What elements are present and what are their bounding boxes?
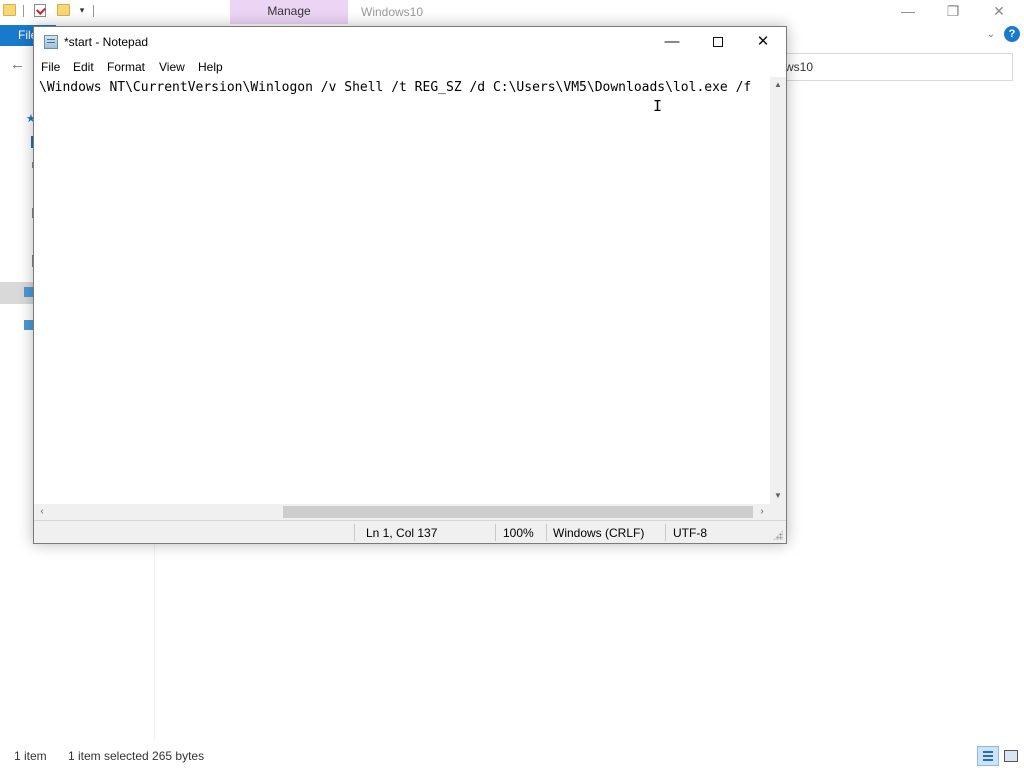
back-arrow-icon[interactable]: ← <box>10 56 28 74</box>
status-encoding: UTF-8 <box>673 526 707 540</box>
ribbon-expand-chevron-icon[interactable]: ⌄ <box>984 28 998 42</box>
explorer-window-title: Windows10 <box>361 5 424 19</box>
notepad-title: *start - Notepad <box>64 35 149 49</box>
scroll-right-arrow-icon[interactable]: › <box>754 504 770 520</box>
scrollbar-corner <box>770 504 786 520</box>
explorer-close-icon[interactable]: ✕ <box>989 2 1009 20</box>
help-icon[interactable]: ? <box>1004 26 1020 42</box>
scroll-down-arrow-icon[interactable]: ▼ <box>770 488 786 504</box>
text-editor[interactable]: \Windows NT\CurrentVersion\Winlogon /v S… <box>34 77 770 504</box>
explorer-minimize-icon[interactable]: — <box>898 2 918 20</box>
menu-view[interactable]: View <box>159 60 185 74</box>
status-zoom: 100% <box>503 526 534 540</box>
toolbar-separator <box>23 5 24 17</box>
close-button[interactable]: ✕ <box>740 27 786 57</box>
status-item-count: 1 item <box>14 749 47 763</box>
explorer-restore-icon[interactable]: ❐ <box>943 2 963 20</box>
scroll-left-arrow-icon[interactable]: ‹ <box>34 504 50 520</box>
properties-icon[interactable] <box>34 4 46 17</box>
notepad-window: *start - Notepad — ✕ File Edit Format Vi… <box>33 26 787 544</box>
notepad-status-bar: Ln 1, Col 137 100% Windows (CRLF) UTF-8 <box>34 520 786 543</box>
menu-format[interactable]: Format <box>107 60 145 74</box>
menu-bar: File Edit Format View Help <box>34 57 786 77</box>
horizontal-scroll-thumb[interactable] <box>283 506 753 518</box>
details-view-icon[interactable] <box>977 746 999 766</box>
minimize-icon: — <box>664 33 680 50</box>
minimize-button[interactable]: — <box>649 27 695 57</box>
notepad-icon <box>44 35 58 49</box>
scroll-up-arrow-icon[interactable]: ▲ <box>770 77 786 93</box>
maximize-icon <box>713 37 723 48</box>
nav-item-this-pc-selected[interactable] <box>0 282 34 304</box>
close-icon: ✕ <box>756 33 770 50</box>
maximize-button[interactable] <box>695 27 741 57</box>
status-separator <box>495 524 496 541</box>
folder-icon[interactable] <box>3 4 16 16</box>
tab-manage[interactable]: Manage <box>230 0 348 24</box>
status-separator <box>665 524 666 541</box>
resize-grip-icon[interactable] <box>773 530 783 540</box>
status-line-ending: Windows (CRLF) <box>553 526 645 540</box>
new-folder-icon[interactable] <box>57 4 70 16</box>
vertical-scrollbar[interactable]: ▲ ▼ <box>770 77 786 504</box>
text-cursor-icon: I <box>653 97 663 115</box>
menu-file[interactable]: File <box>41 60 60 74</box>
status-separator <box>354 524 355 541</box>
quick-access-dropdown-icon[interactable]: ▾ <box>77 3 87 17</box>
status-cursor-position: Ln 1, Col 137 <box>366 526 438 540</box>
status-selection: 1 item selected 265 bytes <box>68 749 205 763</box>
explorer-titlebar: ▾ Manage Windows10 — ❐ ✕ <box>0 0 1024 24</box>
address-text: ws10 <box>785 60 814 74</box>
quick-access-star-icon[interactable]: ★ <box>26 112 36 125</box>
editor-content[interactable]: \Windows NT\CurrentVersion\Winlogon /v S… <box>39 80 769 96</box>
notepad-titlebar[interactable]: *start - Notepad — ✕ <box>34 27 786 57</box>
menu-help[interactable]: Help <box>198 60 223 74</box>
toolbar-separator <box>93 5 94 17</box>
status-separator <box>546 524 547 541</box>
horizontal-scrollbar[interactable]: ‹ › <box>34 504 770 520</box>
tiles-view-icon[interactable] <box>1003 747 1018 763</box>
menu-edit[interactable]: Edit <box>73 60 94 74</box>
